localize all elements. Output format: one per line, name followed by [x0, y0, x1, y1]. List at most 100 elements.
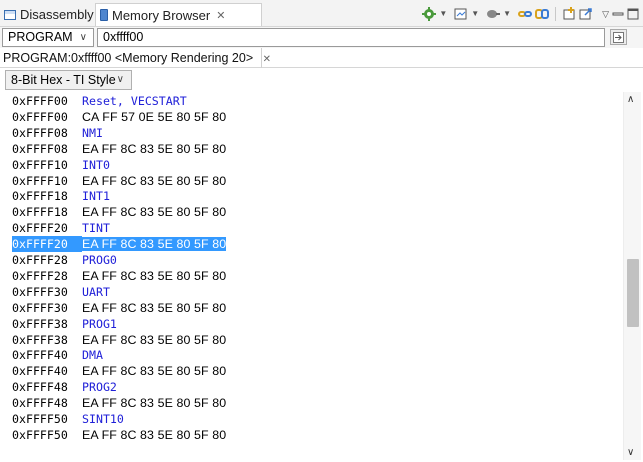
memory-row[interactable]: 0xFFFF18 EA FF 8C 83 5E 80 5F 80 — [12, 204, 226, 220]
new-rendering-icon[interactable] — [562, 7, 576, 21]
address-label: 0xFFFF00 — [12, 94, 68, 108]
address-label: 0xFFFF10 — [12, 157, 68, 172]
go-icon — [613, 31, 624, 43]
memory-bytes[interactable]: EA FF 8C 83 5E 80 5F 80 — [82, 142, 226, 156]
symbol-label: SINT10 — [82, 412, 124, 426]
tab-disassembly-label: Disassembly — [20, 7, 94, 22]
symbol-row[interactable]: 0xFFFF38 PROG1 — [12, 316, 117, 332]
chevron-down-icon[interactable]: ▼ — [439, 10, 447, 18]
maximize-icon[interactable] — [627, 8, 639, 20]
memory-bytes[interactable]: EA FF 8C 83 5E 80 5F 80 — [82, 205, 226, 219]
address-bar: PROGRAM ∨ 0xffff00 — [0, 27, 643, 48]
symbol-label: PROG0 — [82, 253, 117, 267]
address-label: 0xFFFF18 — [12, 205, 68, 220]
address-label: 0xFFFF28 — [12, 253, 68, 267]
address-label: 0xFFFF08 — [12, 125, 68, 140]
rendering-tab-label: PROGRAM:0xffff00 <Memory Rendering 20> — [3, 51, 254, 65]
symbol-label: INT0 — [82, 157, 110, 172]
scrollbar-thumb[interactable] — [627, 259, 639, 327]
memory-row[interactable]: 0xFFFF00 CA FF 57 0E 5E 80 5F 80 — [12, 109, 226, 125]
address-label: 0xFFFF20 — [12, 236, 82, 253]
memory-bytes[interactable]: EA FF 8C 83 5E 80 5F 80 — [82, 333, 226, 347]
memory-bytes[interactable]: EA FF 8C 83 5E 80 5F 80 — [82, 364, 226, 378]
memory-bytes[interactable]: EA FF 8C 83 5E 80 5F 80 — [82, 428, 226, 442]
symbol-row[interactable]: 0xFFFF10 INT0 — [12, 157, 110, 173]
memory-space-select[interactable]: PROGRAM ∨ — [2, 28, 94, 47]
symbol-label: NMI — [82, 125, 103, 140]
symbol-row[interactable]: 0xFFFF08 NMI — [12, 125, 103, 141]
format-select[interactable]: 8-Bit Hex - TI Style ∨ — [5, 70, 132, 90]
symbol-row[interactable]: 0xFFFF48 PROG2 — [12, 379, 117, 395]
close-icon[interactable]: ✕ — [216, 9, 225, 22]
chevron-down-icon[interactable]: ▼ — [503, 10, 511, 18]
memory-row[interactable]: 0xFFFF28 EA FF 8C 83 5E 80 5F 80 — [12, 268, 226, 284]
memory-bytes[interactable]: EA FF 8C 83 5E 80 5F 80 — [82, 269, 226, 283]
address-label: 0xFFFF40 — [12, 364, 68, 379]
memory-row[interactable]: 0xFFFF38 EA FF 8C 83 5E 80 5F 80 — [12, 332, 226, 348]
tab-disassembly[interactable]: Disassembly — [4, 3, 94, 26]
symbol-label: TINT — [82, 221, 110, 236]
memory-bytes[interactable]: EA FF 8C 83 5E 80 5F 80 — [82, 301, 226, 315]
memory-bytes[interactable]: EA FF 8C 83 5E 80 5F 80 — [82, 396, 226, 410]
symbol-label: UART — [82, 284, 110, 299]
symbol-row[interactable]: 0xFFFF18 INT1 — [12, 188, 110, 204]
address-label: 0xFFFF50 — [12, 412, 68, 426]
tab-memory-browser[interactable]: Memory Browser ✕ — [95, 3, 262, 26]
memory-row[interactable]: 0xFFFF10 EA FF 8C 83 5E 80 5F 80 — [12, 173, 226, 189]
minimize-icon[interactable] — [612, 8, 624, 20]
memory-bytes[interactable]: CA FF 57 0E 5E 80 5F 80 — [82, 110, 226, 124]
symbol-label: PROG2 — [82, 380, 117, 395]
memory-bytes[interactable]: EA FF 8C 83 5E 80 5F 80 — [82, 174, 226, 188]
vertical-scrollbar[interactable]: ∧ ∨ — [623, 92, 641, 460]
symbol-row[interactable]: 0xFFFF28 PROG0 — [12, 252, 117, 268]
chevron-down-icon[interactable]: ▼ — [471, 10, 479, 18]
memory-space-value: PROGRAM — [8, 30, 73, 44]
export-icon[interactable] — [579, 7, 593, 21]
chevron-down-icon: ∨ — [116, 74, 124, 85]
symbol-row[interactable]: 0xFFFF20 TINT — [12, 220, 110, 236]
address-label: 0xFFFF40 — [12, 348, 68, 363]
memory-row[interactable]: 0xFFFF08 EA FF 8C 83 5E 80 5F 80 — [12, 141, 226, 157]
address-label: 0xFFFF00 — [12, 109, 68, 124]
memory-row[interactable]: 0xFFFF50 EA FF 8C 83 5E 80 5F 80 — [12, 427, 226, 443]
close-icon[interactable]: ✕ — [263, 54, 271, 65]
symbol-row[interactable]: 0xFFFF30 UART — [12, 284, 110, 300]
tab-memory-rendering[interactable]: PROGRAM:0xffff00 <Memory Rendering 20> ✕ — [0, 48, 271, 68]
symbol-row[interactable]: 0xFFFF00 Reset, VECSTART — [12, 93, 187, 109]
scroll-down-icon[interactable]: ∨ — [627, 447, 634, 458]
address-label: 0xFFFF20 — [12, 221, 68, 236]
address-label: 0xFFFF38 — [12, 316, 68, 331]
memory-browser-icon — [100, 9, 108, 21]
link-icon[interactable] — [518, 7, 533, 21]
view-menu-icon[interactable]: ▽ — [602, 9, 609, 19]
go-button[interactable] — [610, 29, 627, 45]
address-label: 0xFFFF08 — [12, 141, 68, 156]
address-label: 0xFFFF30 — [12, 284, 68, 299]
memory-view[interactable]: 0xFFFF00 Reset, VECSTART 0xFFFF00 CA FF 57 … — [0, 92, 622, 460]
symbol-label: PROG1 — [82, 316, 117, 331]
memory-row[interactable]: 0xFFFF20 EA FF 8C 83 5E 80 5F 80 — [12, 236, 227, 253]
memory-row[interactable]: 0xFFFF30 EA FF 8C 83 5E 80 5F 80 — [12, 300, 226, 316]
memory-row[interactable]: 0xFFFF40 EA FF 8C 83 5E 80 5F 80 — [12, 363, 226, 379]
symbol-row[interactable]: 0xFFFF50 SINT10 — [12, 411, 124, 427]
address-label: 0xFFFF10 — [12, 173, 68, 188]
toolbar-separator — [555, 7, 557, 21]
connect-icon[interactable] — [486, 8, 501, 20]
address-label: 0xFFFF30 — [12, 300, 68, 315]
sync-icon[interactable] — [535, 7, 550, 21]
memory-row[interactable]: 0xFFFF48 EA FF 8C 83 5E 80 5F 80 — [12, 395, 226, 411]
format-row: 8-Bit Hex - TI Style ∨ — [0, 68, 643, 92]
symbol-row[interactable]: 0xFFFF40 DMA — [12, 347, 103, 363]
import-memory-icon[interactable] — [454, 7, 468, 21]
address-label: 0xFFFF48 — [12, 396, 68, 411]
scroll-up-icon[interactable]: ∧ — [627, 94, 634, 105]
view-tab-bar: Disassembly Memory Browser ✕ ▼ ▼ ▼ ▽ — [0, 0, 643, 27]
address-label: 0xFFFF48 — [12, 380, 68, 395]
address-input[interactable]: 0xffff00 — [97, 28, 605, 47]
symbol-label: Reset, VECSTART — [82, 94, 187, 108]
format-value: 8-Bit Hex - TI Style — [11, 73, 116, 87]
address-label: 0xFFFF18 — [12, 189, 68, 204]
address-label: 0xFFFF38 — [12, 332, 68, 347]
memory-bytes[interactable]: EA FF 8C 83 5E 80 5F 80 — [82, 237, 227, 252]
refresh-settings-icon[interactable] — [422, 7, 437, 21]
